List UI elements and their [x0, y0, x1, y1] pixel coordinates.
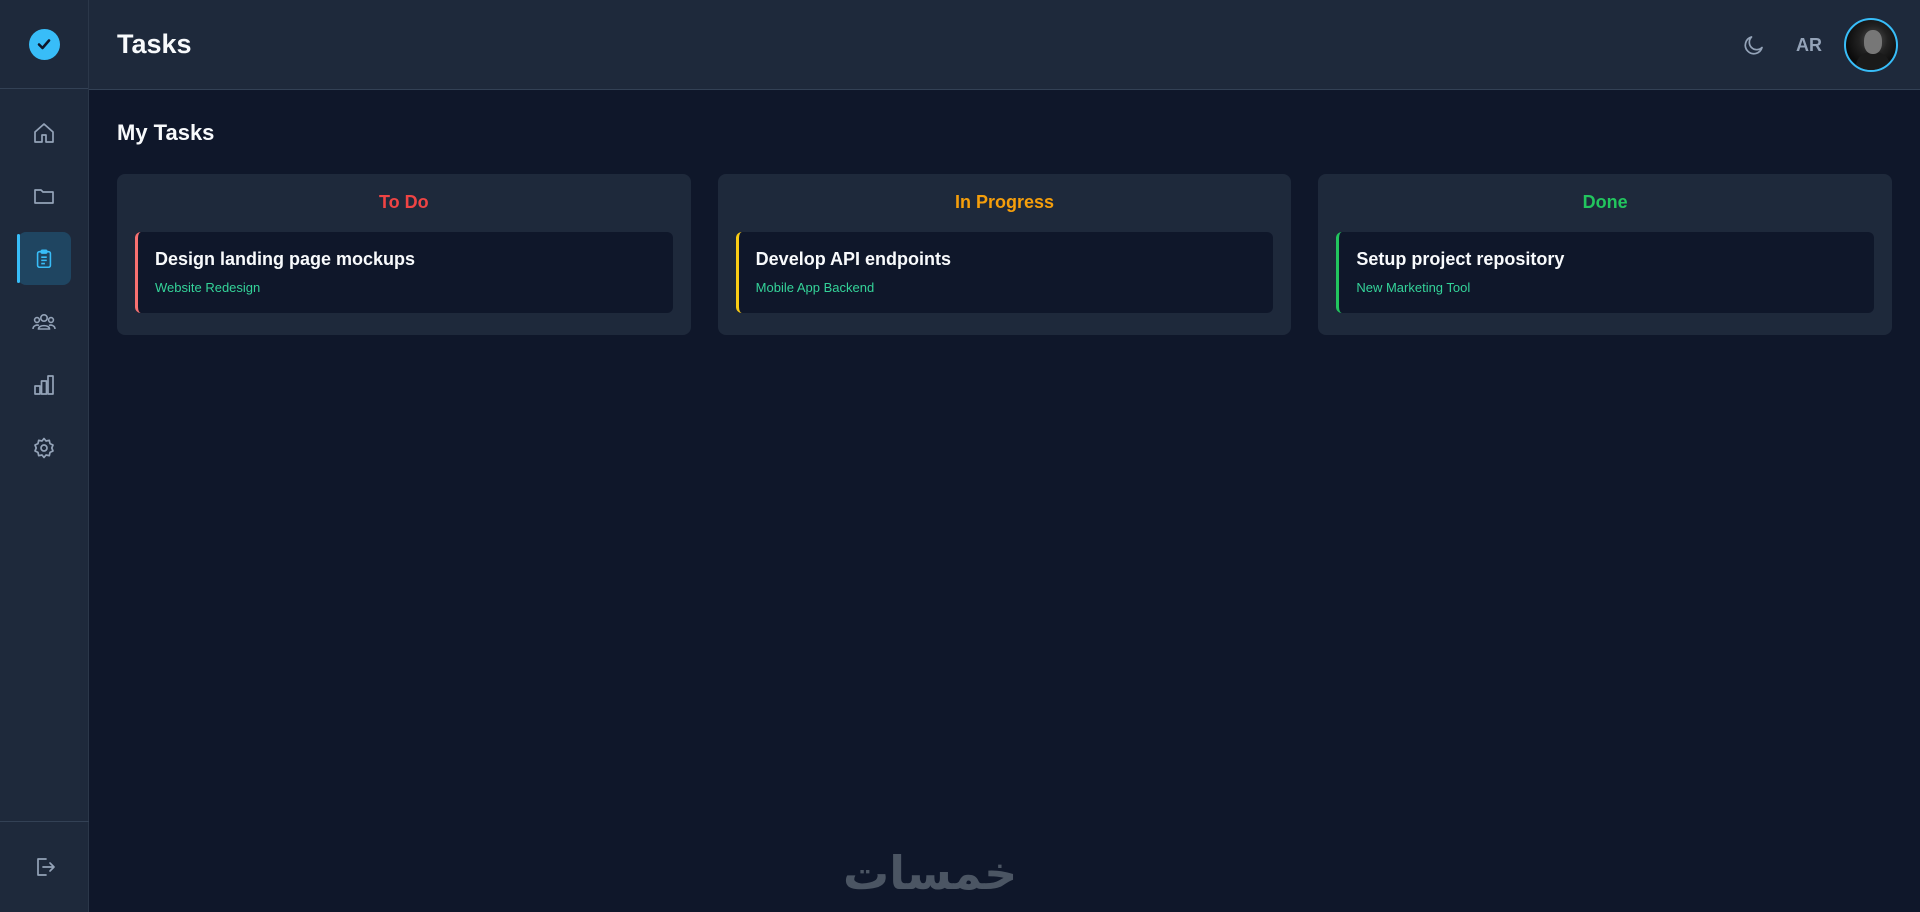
column-todo: To Do Design landing page mockups Websit… — [117, 174, 691, 335]
moon-icon — [1744, 36, 1763, 55]
avatar-face-shape — [1864, 30, 1882, 54]
sidebar-item-projects[interactable] — [18, 169, 71, 222]
task-title: Develop API endpoints — [755, 249, 952, 269]
column-title-done: Done — [1582, 192, 1628, 212]
task-title: Setup project repository — [1356, 249, 1565, 269]
task-project: Mobile App Backend — [755, 280, 875, 295]
sidebar-nav — [0, 89, 88, 484]
page-title: Tasks — [117, 29, 192, 59]
task-project: Website Redesign — [155, 280, 261, 295]
task-card[interactable]: Develop API endpoints Mobile App Backend — [735, 232, 1274, 313]
task-card[interactable]: Design landing page mockups Website Rede… — [135, 232, 673, 313]
user-avatar[interactable] — [1844, 18, 1898, 72]
column-done: Done Setup project repository New Market… — [1318, 174, 1893, 335]
sidebar — [0, 0, 89, 912]
sidebar-item-tasks[interactable] — [16, 232, 71, 285]
watermark-logo: خمسات — [843, 846, 1018, 900]
task-project: New Marketing Tool — [1356, 280, 1471, 295]
users-icon — [32, 313, 56, 330]
chart-icon — [34, 374, 54, 395]
column-title-in-progress: In Progress — [954, 192, 1055, 212]
task-card[interactable]: Setup project repository New Marketing T… — [1336, 232, 1875, 313]
header-actions: AR — [1742, 0, 1898, 90]
avatar-body-shape — [1856, 52, 1890, 70]
logo-area — [0, 0, 88, 89]
sidebar-item-settings[interactable] — [18, 421, 71, 474]
clipboard-icon — [36, 249, 52, 268]
dark-mode-toggle[interactable] — [1742, 33, 1766, 57]
main-content: My Tasks To Do Design landing page mocku… — [117, 90, 1893, 335]
sidebar-logout[interactable] — [0, 821, 89, 912]
gear-icon — [34, 437, 54, 458]
task-title: Design landing page mockups — [155, 249, 416, 269]
language-toggle[interactable]: AR — [1796, 35, 1822, 56]
logout-icon — [36, 858, 55, 876]
section-title: My Tasks — [117, 120, 215, 145]
sidebar-item-team[interactable] — [18, 295, 71, 348]
top-header: Tasks AR — [89, 0, 1920, 90]
column-in-progress: In Progress Develop API endpoints Mobile… — [717, 174, 1292, 335]
column-title-todo: To Do — [379, 192, 429, 212]
sidebar-item-reports[interactable] — [18, 358, 71, 411]
sidebar-item-home[interactable] — [18, 106, 71, 159]
check-logo-icon[interactable] — [28, 28, 60, 60]
folder-icon — [34, 188, 54, 204]
home-icon — [34, 122, 54, 143]
task-board: To Do Design landing page mockups Websit… — [117, 174, 1893, 335]
